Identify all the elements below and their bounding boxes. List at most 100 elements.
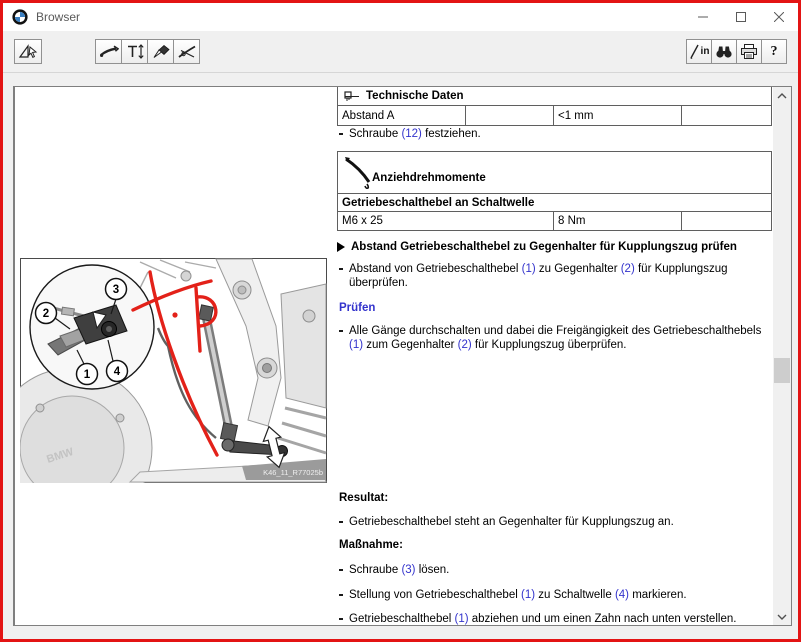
text-segment: Getriebeschalthebel steht an Gegenhalter… [349,516,674,528]
bmw-logo-icon [12,9,28,25]
browser-window: Browser [0,0,801,642]
utility-tool-group: in ? [687,39,787,64]
section-heading: Abstand Getriebeschalthebel zu Gegenhalt… [337,241,737,253]
callout-2-label: 2 [43,308,49,320]
torque-wrench-tool-button[interactable] [95,39,122,64]
step-text: Schraube (3) lösen. [349,564,449,578]
bullet-dash-icon [339,521,343,523]
text-segment: lösen. [416,564,450,576]
close-button[interactable] [760,3,798,31]
step-text: Getriebeschalthebel (1) abziehen und um … [349,613,736,626]
binoculars-search-icon [714,43,734,60]
maximize-button[interactable] [722,3,760,31]
step-text: Schraube (12) festziehen. [349,128,481,142]
tech-cell-empty1 [466,106,554,126]
bullet-dash-icon [339,330,343,332]
callout-4-label: 4 [114,366,121,378]
text-segment: Abstand von Getriebeschalthebel [349,263,522,275]
step-text: Alle Gänge durchschalten und dabei die F… [349,325,775,352]
special-tool-icon [177,43,197,60]
maximize-icon [736,12,746,22]
bullet-dash-icon [339,268,343,270]
caliper-icon [344,91,360,102]
bullet-dash-icon [339,618,343,620]
part-ref-link[interactable]: (2) [621,263,635,275]
step-mark-position: Stellung von Getriebeschalthebel (1) zu … [339,589,775,603]
torque-wrench-icon [99,43,119,60]
minimize-icon [698,12,708,22]
adhesive-applicator-tool-button[interactable] [147,39,174,64]
resultat-label: Resultat: [339,492,388,504]
step-tighten-screw: Schraube (12) festziehen. [339,128,775,142]
step-text: Getriebeschalthebel steht an Gegenhalter… [349,516,674,530]
step-loosen-screw: Schraube (3) lösen. [339,564,775,578]
text-segment: zu Schaltwelle [535,589,615,601]
technical-data-table: Technische Daten Abstand A <1 mm [337,86,772,126]
tech-cell-value: <1 mm [554,106,682,126]
callout-3-label: 3 [113,284,119,296]
select-graphic-button[interactable] [14,39,42,64]
bullet-dash-icon [339,594,343,596]
text-segment: festziehen. [422,128,481,140]
scrollbar-thumb[interactable] [774,358,790,383]
text-segment: Stellung von Getriebeschalthebel [349,589,521,601]
text-segment: abziehen und um einen Zahn nach unten ve… [469,613,737,625]
part-ref-link[interactable]: (3) [401,564,415,576]
section-heading-text: Abstand Getriebeschalthebel zu Gegenhalt… [351,241,737,253]
units-toggle-button[interactable]: in [686,39,712,64]
text-segment: Getriebeschalthebel [349,613,454,625]
text-segment: Schraube [349,564,401,576]
torque-cell-bolt: M6 x 25 [338,212,554,231]
toolbar: in ? [3,31,798,73]
vertical-scrollbar[interactable] [773,87,791,625]
heading-arrow-icon [337,242,345,252]
step-pull-off-lever: Getriebeschalthebel (1) abziehen und um … [339,613,775,626]
part-ref-link[interactable]: (2) [458,339,472,351]
minimize-button[interactable] [684,3,722,31]
tech-cell-empty2 [682,106,772,126]
text-segment: zu Gegenhalter [536,263,621,275]
part-ref-link[interactable]: (1) [454,613,468,625]
text-segment: zum Gegenhalter [363,339,458,351]
part-ref-link[interactable]: (12) [401,128,421,140]
print-button[interactable] [736,39,762,64]
close-icon [774,12,784,22]
find-button[interactable] [711,39,737,64]
torque-table-subtitle: Getriebeschalthebel an Schaltwelle [338,194,772,212]
part-ref-link[interactable]: (1) [521,589,535,601]
step-check-distance: Abstand von Getriebeschalthebel (1) zu G… [339,263,775,290]
part-ref-link[interactable]: (1) [522,263,536,275]
torque-table-title: Anziehdrehmomente [372,172,486,184]
figure-caption: K46_11_R77025b [263,468,323,477]
printer-icon [739,43,759,60]
part-ref-link[interactable]: (1) [349,339,363,351]
annotation-tool-group [96,39,200,64]
chevron-up-icon [777,93,787,99]
text-segment: markieren. [629,589,687,601]
technical-data-title: Technische Daten [366,90,464,102]
special-tool-button[interactable] [173,39,200,64]
text-segment: für Kupplungszug überprüfen. [472,339,627,351]
torque-table: Anziehdrehmomente Getriebeschalthebel an… [337,151,772,231]
document-pane: Technische Daten Abstand A <1 mm Schraub… [13,86,792,626]
scroll-up-button[interactable] [773,87,791,104]
pruefen-label: Prüfen [339,302,375,314]
chevron-down-icon [777,614,787,620]
part-ref-link[interactable]: (4) [615,589,629,601]
text-height-tool-button[interactable] [121,39,148,64]
scroll-down-button[interactable] [773,608,791,625]
red-annotation-dot [172,312,177,317]
window-title: Browser [36,10,80,24]
bullet-dash-icon [339,569,343,571]
result-text-row: Getriebeschalthebel steht an Gegenhalter… [339,516,775,530]
gearshift-lever-figure: BMW [20,258,327,483]
help-icon: ? [771,44,778,60]
adhesive-applicator-icon [151,43,171,60]
tech-cell-label: Abstand A [338,106,466,126]
help-button[interactable]: ? [761,39,787,64]
callout-1-label: 1 [84,369,91,381]
step-text: Stellung von Getriebeschalthebel (1) zu … [349,589,687,603]
title-bar: Browser [3,3,798,31]
select-graphic-icon [18,43,38,60]
torque-cell-empty [682,212,772,231]
